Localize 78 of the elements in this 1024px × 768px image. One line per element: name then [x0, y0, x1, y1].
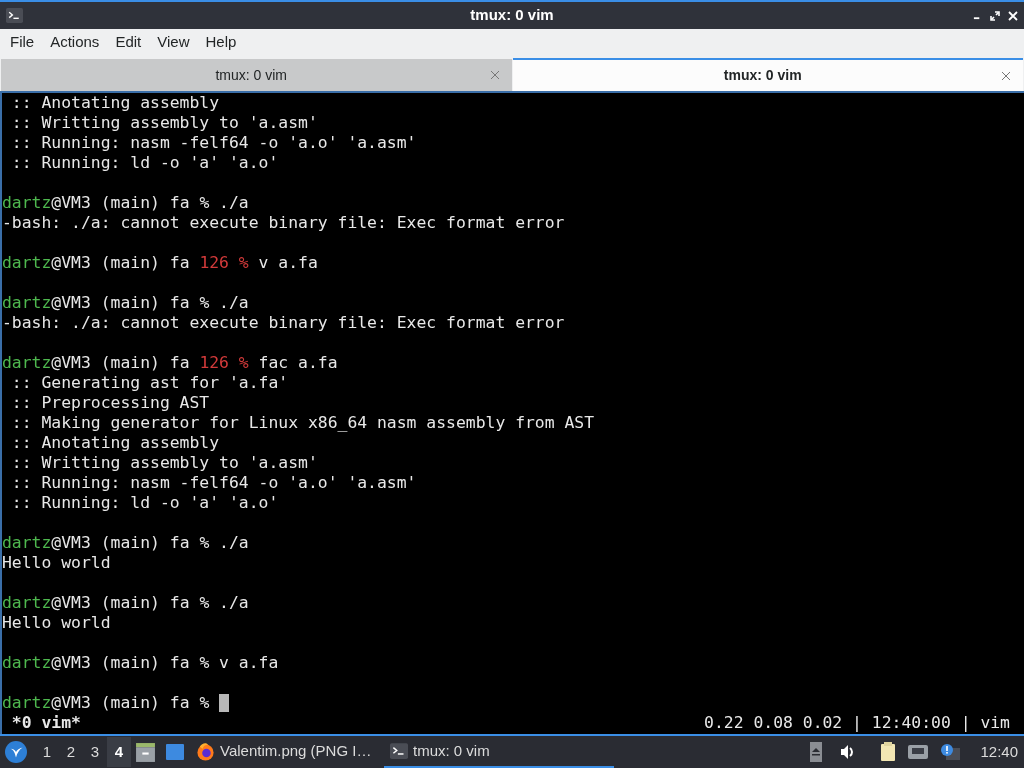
terminal-output-line: Hello world [2, 553, 111, 573]
prompt-host: @VM3 (main) fa [51, 693, 191, 713]
terminal-output-line: Hello world [2, 613, 111, 633]
prompt-symbol: % [199, 653, 210, 673]
workspace-button[interactable]: 1 [35, 737, 59, 767]
workspace-button[interactable]: 2 [59, 737, 83, 767]
browser-icon [196, 741, 215, 761]
workspace-button[interactable]: 4 [107, 737, 131, 767]
taskbar-task[interactable]: Valentim.png (PNG I… [190, 736, 380, 768]
tab[interactable]: tmux: 0 vim [1, 59, 512, 91]
prompt-host: @VM3 (main) fa [51, 193, 191, 213]
menu-item[interactable]: File [2, 29, 43, 56]
workspace-button[interactable]: 3 [83, 737, 107, 767]
terminal-output-line: :: Running: nasm -felf64 -o 'a.o' 'a.asm' [10, 473, 417, 493]
clock[interactable]: 12:40 [980, 740, 1018, 764]
menu-item[interactable]: Edit [107, 29, 150, 56]
eject-icon[interactable] [810, 742, 823, 762]
maximize-icon[interactable] [990, 10, 1000, 21]
terminal-output-line: :: Preprocessing AST [10, 393, 210, 413]
taskbar-task[interactable]: tmux: 0 vim [384, 736, 614, 768]
command-text: fac a.fa [257, 353, 338, 373]
command-text: ./a [218, 533, 249, 553]
prompt-host: @VM3 (main) fa [51, 593, 191, 613]
prompt-symbol: % [199, 693, 210, 713]
terminal-output-line: -bash: ./a: cannot execute binary file: Exec format error [2, 213, 565, 233]
prompt-user: dartz [2, 693, 52, 713]
tab[interactable]: tmux: 0 vim [512, 58, 1023, 91]
prompt-user: dartz [2, 293, 52, 313]
desktop-icon[interactable] [164, 742, 186, 762]
terminal-output-line: :: Anotating assembly [10, 433, 220, 453]
command-text: ./a [218, 593, 249, 613]
prompt-symbol: % [199, 593, 210, 613]
terminal-output-line: :: Writting assembly to 'a.asm' [10, 453, 318, 473]
prompt-user: dartz [2, 533, 52, 553]
prompt-symbol: % [199, 293, 210, 313]
prompt-host: @VM3 (main) fa [51, 293, 191, 313]
command-text: ./a [218, 193, 249, 213]
command-text: v a.fa [257, 253, 318, 273]
terminal-output-line: :: Running: nasm -felf64 -o 'a.o' 'a.asm' [10, 133, 417, 153]
command-text: ./a [218, 293, 249, 313]
file-cabinet-icon[interactable] [135, 741, 156, 763]
close-icon[interactable] [1008, 10, 1018, 21]
tmux-window-list: *0 vim* [2, 713, 81, 733]
exit-status: 126 [199, 253, 230, 273]
exit-status: 126 [199, 353, 230, 373]
tmux-status-info: 0.22 0.08 0.02 | 12:40:00 | vim [704, 713, 1011, 733]
menu-item[interactable]: Help [197, 29, 245, 56]
prompt-user: dartz [2, 653, 52, 673]
prompt-symbol: % [199, 193, 210, 213]
clipboard-icon[interactable] [880, 742, 897, 762]
prompt-symbol: % [199, 533, 210, 553]
prompt-host: @VM3 (main) fa [51, 533, 191, 553]
terminal-icon [390, 742, 408, 760]
prompt-user: dartz [2, 593, 52, 613]
prompt-symbol: % [238, 353, 249, 373]
window-title: tmux: 0 vim [469, 5, 555, 26]
terminal-output-line: :: Running: ld -o 'a' 'a.o' [10, 153, 279, 173]
terminal-output-line: :: Generating ast for 'a.fa' [10, 373, 289, 393]
terminal-icon [6, 7, 23, 24]
prompt-host: @VM3 (main) fa [51, 253, 191, 273]
terminal-output-line: -bash: ./a: cannot execute binary file: Exec format error [2, 313, 565, 333]
close-tab-icon[interactable] [489, 70, 500, 80]
notification-icon[interactable] [940, 743, 961, 761]
prompt-user: dartz [2, 353, 52, 373]
prompt-user: dartz [2, 193, 52, 213]
terminal-output-line: :: Writting assembly to 'a.asm' [10, 113, 318, 133]
terminal-output-line: :: Running: ld -o 'a' 'a.o' [10, 493, 279, 513]
prompt-host: @VM3 (main) fa [51, 353, 191, 373]
menu-item[interactable]: Actions [42, 29, 108, 56]
terminal-output-line: :: Anotating assembly [10, 93, 220, 113]
close-tab-icon[interactable] [1001, 70, 1011, 81]
command-text: v a.fa [218, 653, 279, 673]
menu-item[interactable]: View [149, 29, 198, 56]
prompt-host: @VM3 (main) fa [51, 653, 191, 673]
terminal-output-line: :: Making generator for Linux x86_64 nasm assembly from AST [10, 413, 595, 433]
prompt-symbol: % [238, 253, 249, 273]
network-icon[interactable] [908, 744, 929, 760]
prompt-user: dartz [2, 253, 52, 273]
